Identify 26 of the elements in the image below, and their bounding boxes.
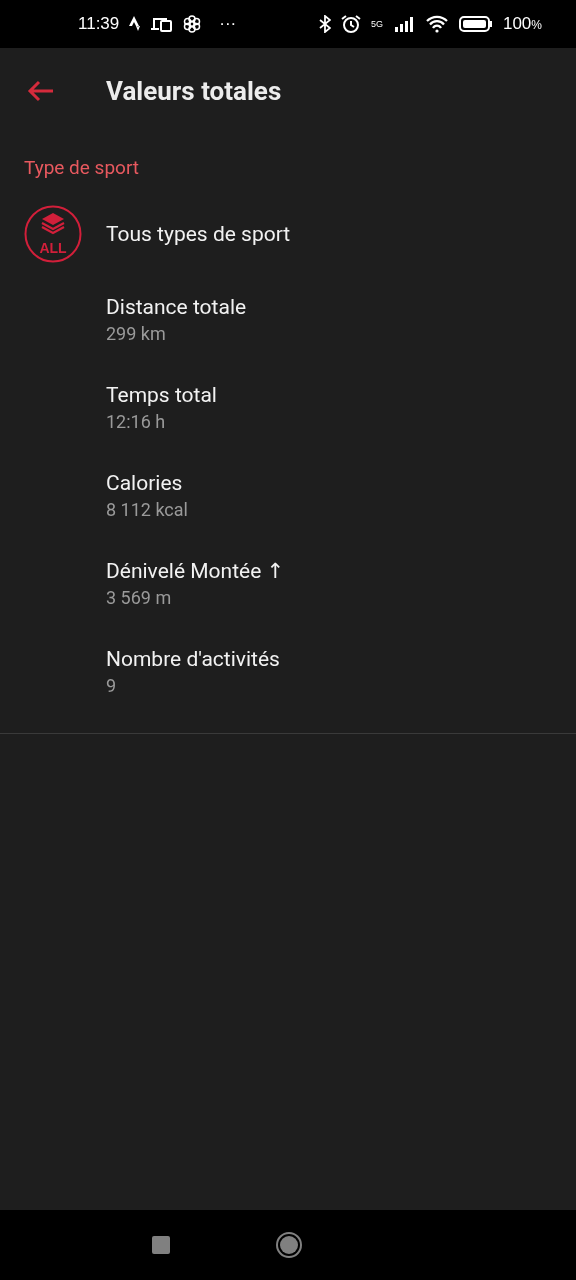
battery-percent: 100% xyxy=(502,14,542,34)
more-notifications: ··· xyxy=(219,14,237,34)
stat-label: Nombre d'activités xyxy=(106,647,281,671)
battery-icon xyxy=(458,15,493,33)
stat-value: 12:16 h xyxy=(106,411,167,432)
stat-label: Distance totale xyxy=(106,295,248,319)
signal-icon xyxy=(392,16,415,32)
sport-type: Tous types de sport xyxy=(106,222,291,246)
alarm-icon xyxy=(340,14,361,34)
status-time: 11:39 xyxy=(78,14,120,34)
network-type: 5G xyxy=(370,19,383,29)
page-title: Valeurs totales xyxy=(106,76,282,106)
wifi-icon xyxy=(424,15,449,33)
bluetooth-icon xyxy=(318,15,331,33)
flower-icon xyxy=(183,15,202,33)
stat-label: Dénivelé Montée ↑ xyxy=(106,559,286,583)
home-button[interactable] xyxy=(276,1232,302,1258)
stat-label: Calories xyxy=(106,471,184,495)
stat-label: Temps total xyxy=(106,383,218,407)
all-sports-icon: ALL xyxy=(24,205,82,263)
devices-icon xyxy=(151,16,174,32)
stat-value: 9 xyxy=(106,675,118,696)
stat-value: 299 km xyxy=(106,323,167,344)
stat-value: 8 112 kcal xyxy=(106,499,189,520)
stat-value: 3 569 m xyxy=(106,587,173,608)
section-header: Type de sport xyxy=(23,155,141,179)
